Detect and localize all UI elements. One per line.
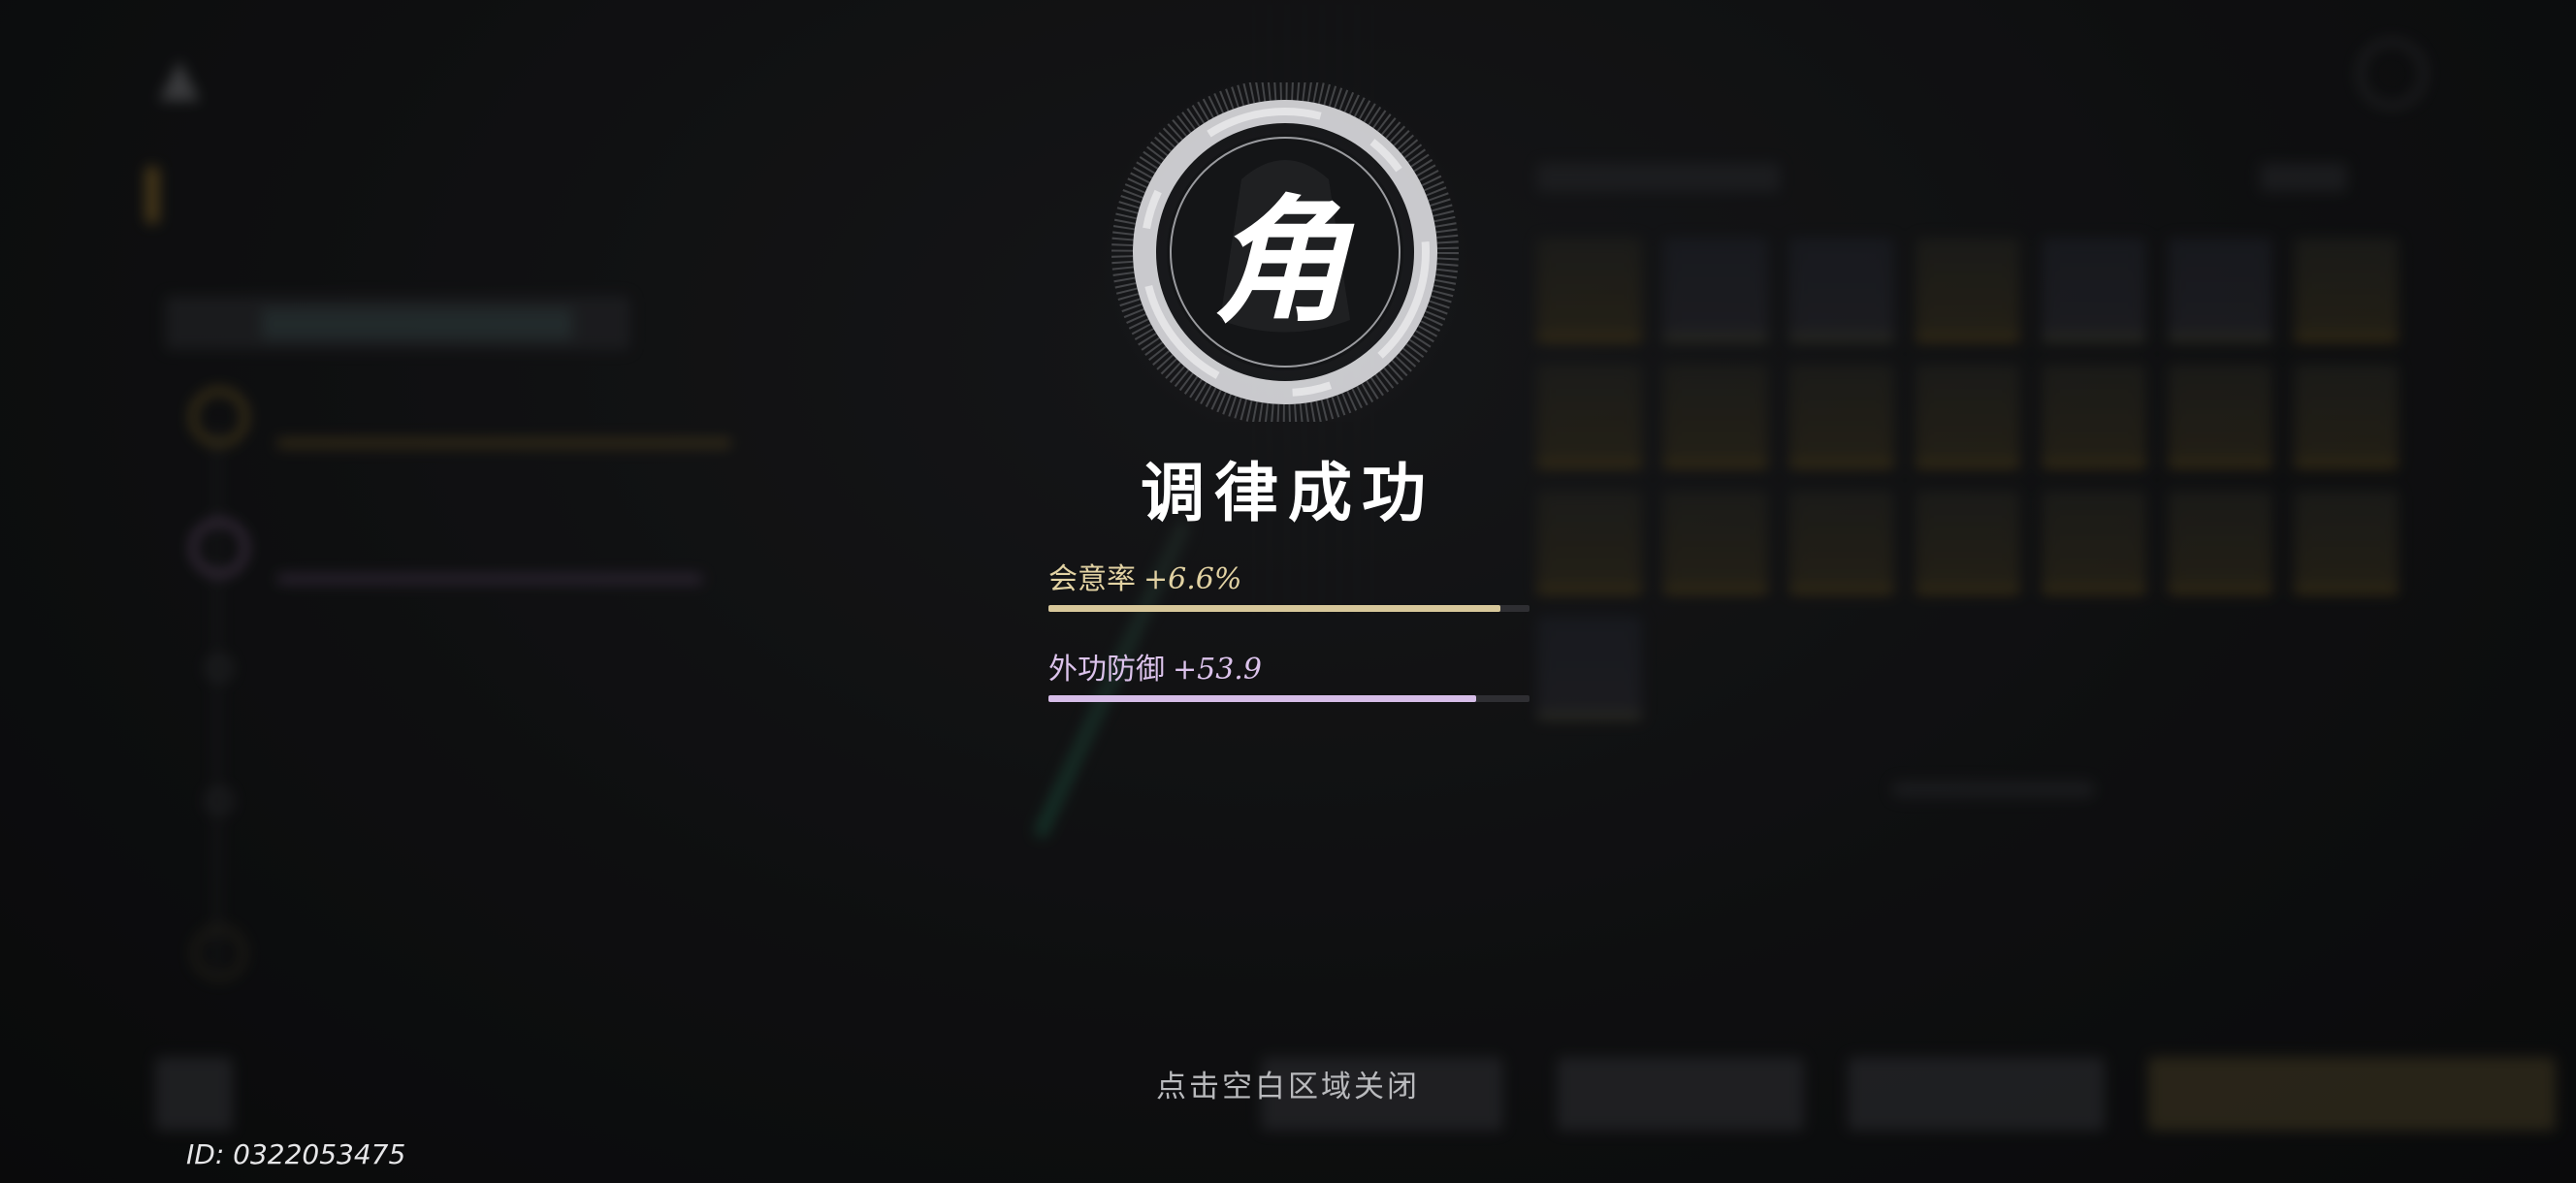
stat-progress-fill <box>1048 695 1477 702</box>
stat-row-outer-defense: 外功防御 +53.9 <box>1048 645 1530 702</box>
user-id-label: ID: 0322053475 <box>186 1138 406 1170</box>
result-modal-screen[interactable]: 角 调律成功 会意率 +6.6% 外功防御 +53.9 点击空白区域关闭 ID: 0… <box>0 0 2576 1183</box>
stat-value: +53.9 <box>1173 653 1262 687</box>
stat-progress-track <box>1048 605 1530 612</box>
emblem-character: 角 <box>1211 182 1348 341</box>
stat-progress-fill <box>1048 605 1501 612</box>
stat-label: 外功防御 +53.9 <box>1048 653 1262 687</box>
result-title: 调律成功 <box>1141 455 1435 530</box>
stat-row-crit-rate: 会意率 +6.6% <box>1048 555 1530 612</box>
stat-value: +6.6% <box>1143 562 1242 596</box>
stat-label: 会意率 +6.6% <box>1048 562 1242 596</box>
close-hint[interactable]: 点击空白区域关闭 <box>1094 1062 1482 1105</box>
stat-progress-track <box>1048 695 1530 702</box>
